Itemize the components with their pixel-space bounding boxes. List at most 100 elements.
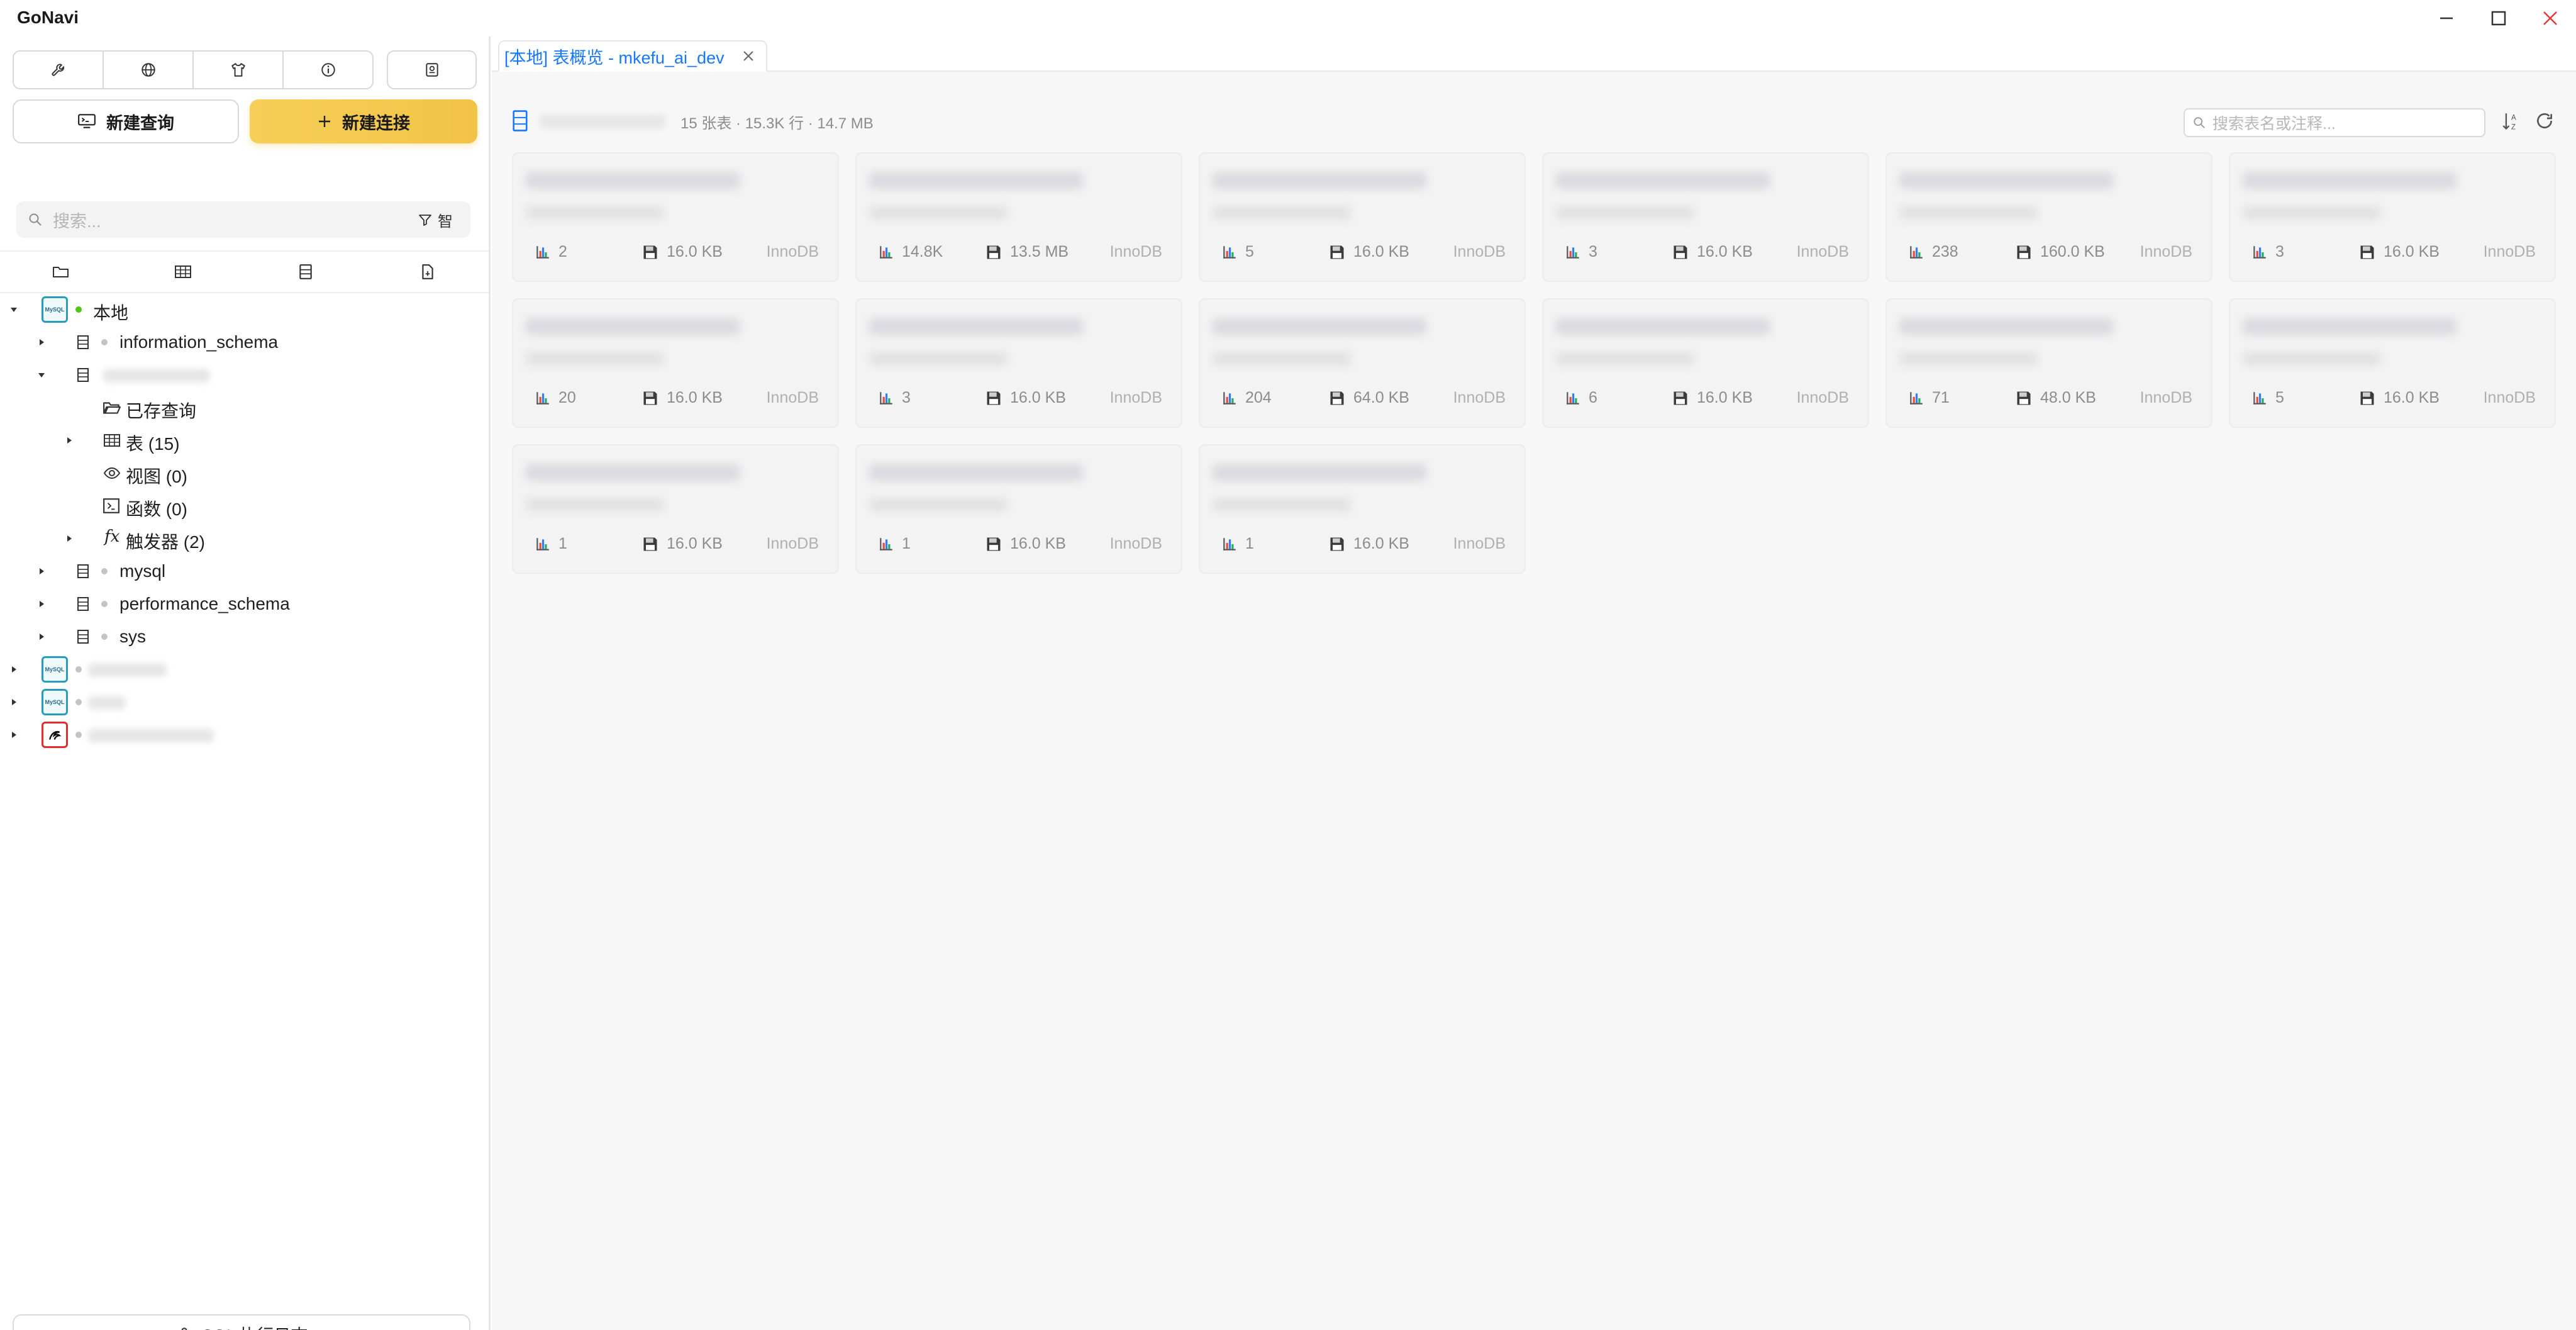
table-card[interactable]: 6 16.0 KB InnoDB [1542,298,1869,428]
caret-right-icon[interactable] [35,336,48,349]
tree-node-functions[interactable]: 函数 (0) [0,489,489,522]
disk-icon [985,243,1002,261]
table-card[interactable]: 3 16.0 KB InnoDB [2229,152,2556,282]
app-title: GoNavi [17,8,79,27]
tab-tables[interactable] [122,252,244,292]
table-card[interactable]: 238 160.0 KB InnoDB [1885,152,2212,282]
table-search-input[interactable]: 搜索表名或注释... [2184,108,2485,137]
contact-button[interactable] [387,50,477,89]
engine-label: InnoDB [2140,389,2192,406]
tree-node-current-database[interactable] [0,359,489,391]
table-card[interactable]: 204 64.0 KB InnoDB [1199,298,1526,428]
tab-databases[interactable] [245,252,367,292]
table-size-value: 16.0 KB [1353,243,1409,260]
table-card[interactable]: 3 16.0 KB InnoDB [855,298,1182,428]
redacted-table-comment [1899,206,2038,219]
tools-button[interactable] [13,50,104,89]
table-icon [103,433,121,448]
tree-node-connection[interactable]: MySQL [0,686,489,718]
caret-right-icon[interactable] [63,434,75,447]
minimize-button[interactable] [2428,5,2465,31]
sidebar: 新建查询 新建连接 搜索... 智 MySQL 本地 information_s… [0,36,491,1330]
tree-node-tables[interactable]: 表 (15) [0,424,489,457]
new-query-button[interactable]: 新建查询 [13,99,239,143]
tree-node-connection[interactable] [0,718,489,751]
caret-right-icon[interactable] [63,532,75,545]
table-card[interactable]: 14.8K 13.5 MB InnoDB [855,152,1182,282]
bar-chart-icon [2251,390,2268,406]
table-size-value: 16.0 KB [667,389,723,406]
about-button[interactable] [282,50,374,89]
table-card[interactable]: 2 16.0 KB InnoDB [512,152,839,282]
table-size: 16.0 KB [985,535,1066,553]
table-card[interactable]: 3 16.0 KB InnoDB [1542,152,1869,282]
sort-button[interactable]: AZ [2502,111,2521,132]
table-size-value: 16.0 KB [2384,243,2440,260]
table-card[interactable]: 1 16.0 KB InnoDB [1199,444,1526,574]
table-card[interactable]: 71 48.0 KB InnoDB [1885,298,2212,428]
table-size: 64.0 KB [1328,389,1409,407]
tree-node-triggers[interactable]: fx 触发器 (2) [0,522,489,555]
info-icon [321,63,335,77]
caret-down-icon[interactable] [35,369,48,381]
svg-text:Z: Z [2511,124,2516,131]
close-tab-icon[interactable] [742,50,755,62]
tab-table-overview[interactable]: [本地] 表概览 - mkefu_ai_dev [498,40,767,72]
sql-log-button[interactable]: SQL 执行日志 [13,1314,470,1330]
wrench-icon [52,64,64,76]
caret-right-icon[interactable] [35,630,48,643]
table-card-meta: 3 16.0 KB InnoDB [1565,243,1849,262]
tree-node-local[interactable]: MySQL 本地 [0,293,489,326]
table-size-value: 16.0 KB [667,243,723,260]
tab-files[interactable] [367,252,489,292]
new-connection-button[interactable]: 新建连接 [250,99,477,143]
table-size-value: 64.0 KB [1353,389,1409,406]
table-size-value: 16.0 KB [2384,389,2440,406]
table-card-meta: 5 16.0 KB InnoDB [2251,389,2536,408]
table-size: 16.0 KB [1672,389,1753,407]
plus-icon [319,116,330,127]
connected-status-dot [75,306,82,313]
tree-label-sys: sys [119,627,146,646]
tree-label-performance-schema: performance_schema [119,594,290,613]
table-card[interactable]: 5 16.0 KB InnoDB [1199,152,1526,282]
maximize-button[interactable] [2480,5,2518,31]
caret-right-icon[interactable] [8,696,20,708]
tree-node-connection[interactable]: MySQL [0,653,489,686]
bar-chart-icon [535,244,551,260]
smart-filter-button[interactable]: 智 [418,209,453,231]
row-count: 1 [535,535,567,553]
table-card-meta: 14.8K 13.5 MB InnoDB [878,243,1162,262]
table-card-meta: 1 16.0 KB InnoDB [1221,535,1506,554]
table-card[interactable]: 1 16.0 KB InnoDB [512,444,839,574]
engine-label: InnoDB [1796,389,1849,406]
table-card[interactable]: 20 16.0 KB InnoDB [512,298,839,428]
file-icon [422,264,433,279]
tree-node-sys[interactable]: sys [0,620,489,653]
table-card[interactable]: 5 16.0 KB InnoDB [2229,298,2556,428]
network-button[interactable] [103,50,194,89]
tree-node-saved-queries[interactable]: 已存查询 [0,391,489,424]
close-window-button[interactable] [2531,5,2569,31]
tree-node-views[interactable]: 视图 (0) [0,457,489,489]
caret-right-icon[interactable] [35,565,48,578]
row-count: 1 [1221,535,1254,553]
theme-button[interactable] [192,50,284,89]
redacted-table-name [1213,172,1426,189]
tree-label-mysql: mysql [119,561,166,581]
table-card[interactable]: 1 16.0 KB InnoDB [855,444,1182,574]
table-card-meta: 238 160.0 KB InnoDB [1908,243,2192,262]
sidebar-search-input[interactable]: 搜索... 智 [16,201,470,238]
caret-right-icon[interactable] [8,729,20,741]
tree-node-information-schema[interactable]: information_schema [0,326,489,359]
caret-down-icon[interactable] [8,303,20,316]
refresh-button[interactable] [2534,111,2555,131]
redacted-table-name [526,464,740,481]
tab-connections[interactable] [0,252,122,292]
table-size: 16.0 KB [641,535,723,553]
mysql-logo-icon: MySQL [42,656,68,683]
caret-right-icon[interactable] [35,598,48,610]
tree-node-mysql[interactable]: mysql [0,555,489,588]
tree-node-performance-schema[interactable]: performance_schema [0,588,489,620]
caret-right-icon[interactable] [8,663,20,676]
